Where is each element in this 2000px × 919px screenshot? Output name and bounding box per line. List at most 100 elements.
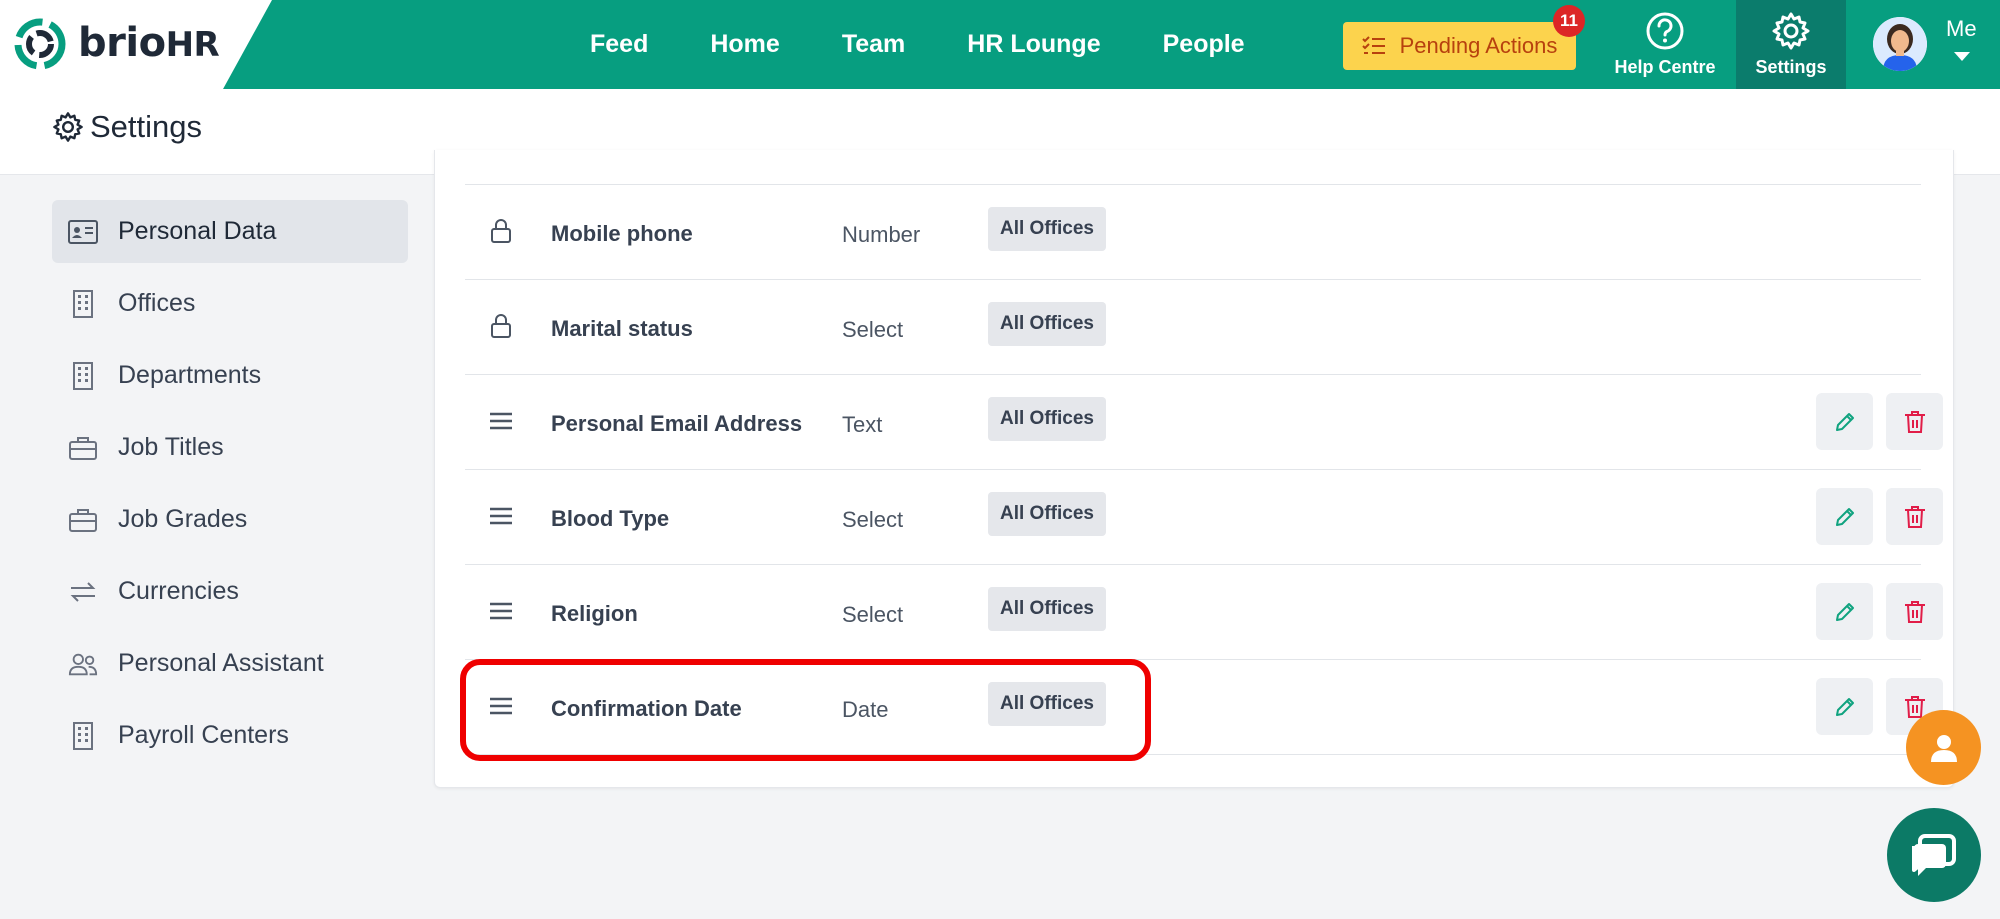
gear-icon [1772,12,1810,50]
trash-icon [1904,505,1925,528]
sidebar-item-payroll-centers[interactable]: Payroll Centers [52,704,408,767]
field-name: Religion [551,601,638,626]
logo[interactable]: brioHR [0,0,272,89]
sidebar-item-offices[interactable]: Offices [52,272,408,335]
nav-feed[interactable]: Feed [590,30,648,59]
nav-home[interactable]: Home [710,30,779,59]
delete-button[interactable] [1886,393,1943,450]
edit-button[interactable] [1816,583,1873,640]
field-type: Date [842,697,889,722]
table-row: Marital status Select All Offices [465,279,1921,374]
pending-actions-label: Pending Actions [1399,33,1558,58]
settings-sidebar: Personal Data Offices Departments Job Ti… [52,200,408,776]
pencil-icon [1835,412,1854,431]
table-row: Religion Select All Offices [465,564,1943,659]
chat-fab-button[interactable] [1887,808,1981,902]
avatar-icon [1873,17,1927,71]
edit-button[interactable] [1816,393,1873,450]
field-name: Blood Type [551,506,670,531]
building-icon [68,361,98,391]
briefcase-icon [68,433,98,463]
nav-hr-lounge[interactable]: HR Lounge [967,30,1100,59]
help-centre-button[interactable]: Help Centre [1610,0,1720,89]
pencil-icon [1835,507,1854,526]
settings-nav-label: Settings [1755,57,1827,77]
field-type: Select [842,602,904,627]
offices-tag: All Offices [988,302,1106,346]
field-name: Mobile phone [551,221,693,246]
pending-actions-button[interactable]: Pending Actions [1343,22,1576,70]
chevron-down-icon[interactable] [1954,52,1970,61]
field-name: Personal Email Address [551,411,803,436]
page-title: Settings [90,109,203,144]
drag-handle-icon[interactable] [489,408,513,434]
users-icon [68,649,98,679]
field-name: Confirmation Date [551,696,742,721]
sidebar-item-label: Payroll Centers [118,721,289,749]
trash-icon [1904,600,1925,623]
checklist-icon [1361,36,1385,54]
building-icon [68,721,98,751]
help-icon [1646,12,1684,50]
brio-logo-icon [14,18,66,70]
gear-icon [53,112,83,142]
nav-people[interactable]: People [1163,30,1245,59]
page-title-wrap: Settings [52,109,202,145]
table-row: Confirmation Date Date All Offices [465,659,1943,755]
id-card-icon [68,217,98,247]
pencil-icon [1835,602,1854,621]
chat-icon [1912,834,1956,876]
settings-nav-button[interactable]: Settings [1736,0,1846,89]
briefcase-icon [68,505,98,535]
trash-icon [1904,410,1925,433]
main-nav: Feed Home Team HR Lounge People [590,0,1307,89]
sidebar-item-label: Personal Data [118,217,277,245]
edit-button[interactable] [1816,678,1873,735]
offices-tag: All Offices [988,682,1106,726]
sidebar-item-personal-assistant[interactable]: Personal Assistant [52,632,408,695]
offices-tag: All Offices [988,397,1106,441]
nav-team[interactable]: Team [842,30,905,59]
trash-icon [1904,695,1925,718]
drag-handle-icon[interactable] [489,503,513,529]
table-row: Personal Email Address Text All Offices [465,374,1943,469]
delete-button[interactable] [1886,583,1943,640]
swap-arrows-icon [68,577,98,607]
field-type: Select [842,507,904,532]
sidebar-item-label: Job Grades [118,505,248,533]
sidebar-item-job-grades[interactable]: Job Grades [52,488,408,551]
sidebar-item-label: Departments [118,361,262,389]
table-row: Mobile phone Number All Offices [465,184,1921,279]
drag-handle-icon[interactable] [489,598,513,624]
offices-tag: All Offices [988,492,1106,536]
drag-handle-icon[interactable] [489,693,513,719]
sidebar-item-job-titles[interactable]: Job Titles [52,416,408,479]
lock-icon [491,314,511,338]
offices-tag: All Offices [988,207,1106,251]
person-icon [1930,734,1957,762]
field-name: Marital status [551,316,693,341]
logo-text: brioHR [78,20,220,66]
me-label[interactable]: Me [1946,16,1977,42]
brand-suffix: HR [165,25,220,65]
building-icon [68,289,98,319]
table-row: Blood Type Select All Offices [465,469,1943,564]
delete-button[interactable] [1886,488,1943,545]
sidebar-item-departments[interactable]: Departments [52,344,408,407]
field-type: Text [842,412,883,437]
avatar[interactable] [1873,17,1927,71]
sidebar-item-label: Currencies [118,577,239,605]
field-type: Select [842,317,904,342]
pending-count-badge: 11 [1553,5,1585,37]
field-type: Number [842,222,921,247]
offices-tag: All Offices [988,587,1106,631]
sidebar-item-personal-data[interactable]: Personal Data [52,200,408,263]
sidebar-item-label: Job Titles [118,433,224,461]
sidebar-item-currencies[interactable]: Currencies [52,560,408,623]
edit-button[interactable] [1816,488,1873,545]
help-centre-label: Help Centre [1614,57,1716,77]
sidebar-item-label: Personal Assistant [118,649,324,677]
brand-name: brio [78,20,166,66]
lock-icon [491,219,511,243]
assistant-fab-button[interactable] [1906,710,1981,785]
